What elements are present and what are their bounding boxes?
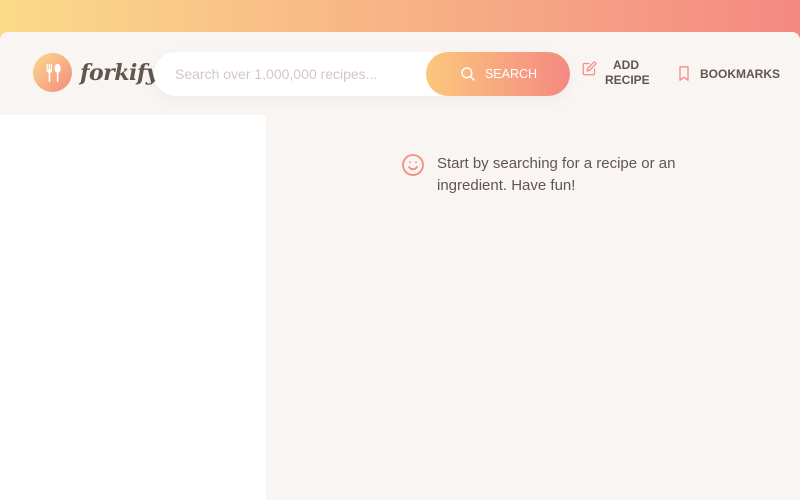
app-container: forkify Search over 1,000,000 recipes...… [0,32,800,500]
start-message-text: Start by searching for a recipe or an in… [437,155,676,194]
logo-text: forkify [80,59,159,86]
add-recipe-label-line2: Recipe [605,73,650,87]
search-form: Search [154,52,570,96]
fork-and-spoon-icon [33,53,72,92]
add-recipe-label: Add Recipe [605,58,650,88]
add-recipe-label-line1: Add [613,58,639,72]
header: forkify Search over 1,000,000 recipes...… [0,32,800,115]
bookmarks-label: Bookmarks [700,66,780,81]
add-recipe-button[interactable]: Add Recipe [582,58,650,88]
smile-icon [401,153,425,177]
search-icon [459,65,477,83]
start-message: Start by searching for a recipe or an in… [401,153,681,197]
edit-icon [582,61,597,76]
logo[interactable]: forkify [33,53,159,92]
bookmark-icon [676,64,692,83]
search-results-panel [0,115,266,500]
bookmarks-button[interactable]: Bookmarks [676,64,780,83]
search-input[interactable] [175,66,425,82]
search-button-label: Search [484,67,538,81]
recipe-panel: Start by searching for a recipe or an in… [266,115,800,500]
search-button[interactable]: Search [426,52,570,96]
